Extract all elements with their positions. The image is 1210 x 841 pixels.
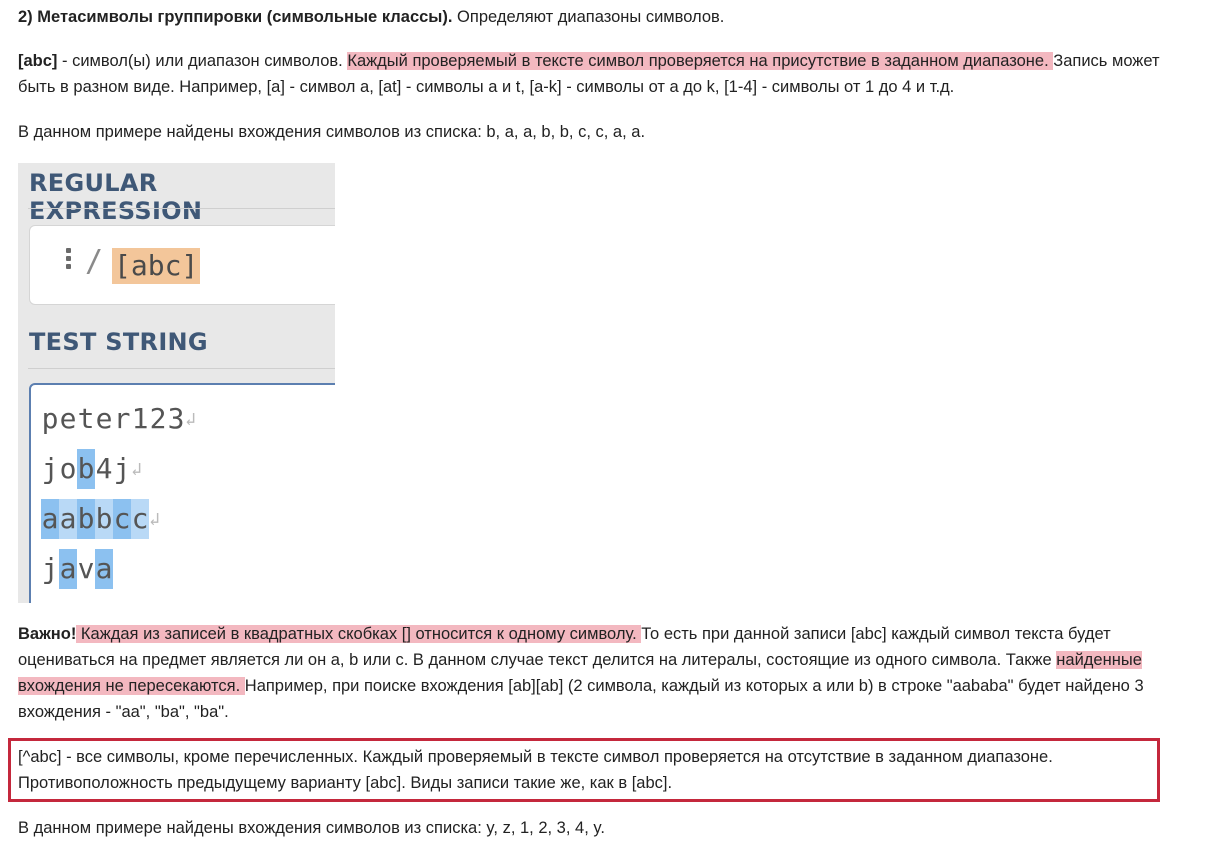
test-char: t xyxy=(77,402,95,435)
test-char: j xyxy=(113,452,131,485)
test-char: p xyxy=(41,402,59,435)
abc-term: [abc] xyxy=(18,52,58,70)
test-line: peter123↲ xyxy=(41,399,196,439)
test-line: aabbcc↲ xyxy=(41,499,160,539)
test-char: b xyxy=(77,499,95,539)
example-2-text: В данном примере найдены вхождения симво… xyxy=(18,819,605,837)
abc-highlight: Каждый проверяемый в тексте символ прове… xyxy=(347,52,1054,70)
test-line: job4j↲ xyxy=(41,449,142,489)
regex-expression: [abc] xyxy=(112,248,201,284)
negated-class-text: [^abc] - все символы, кроме перечисленны… xyxy=(18,748,1053,792)
test-char: 3 xyxy=(167,402,185,435)
test-string-title: TEST STRING xyxy=(29,328,208,356)
important-label: Важно! xyxy=(18,625,77,643)
test-char: a xyxy=(59,499,77,539)
drag-handle-icon xyxy=(66,248,72,272)
test-char: v xyxy=(77,552,95,585)
newline-icon: ↲ xyxy=(149,509,160,530)
divider xyxy=(28,368,335,369)
test-char: a xyxy=(95,549,113,589)
example-1-text: В данном примере найдены вхождения симво… xyxy=(18,123,646,141)
section-heading-bold: 2) Метасимволы группировки (символьные к… xyxy=(18,8,453,26)
important-highlight-1: Каждая из записей в квадратных скобках [… xyxy=(76,625,642,643)
test-char: c xyxy=(131,499,149,539)
section-heading-rest: Определяют диапазоны символов. xyxy=(452,8,725,26)
test-char: b xyxy=(77,449,95,489)
test-line: java xyxy=(41,549,113,589)
test-char: o xyxy=(59,452,77,485)
section-heading: 2) Метасимволы группировки (символьные к… xyxy=(18,4,1198,30)
test-char: e xyxy=(59,402,77,435)
regex-tester-screenshot: REGULAR EXPRESSION / [abc] TEST STRING p… xyxy=(18,163,335,603)
test-char: 1 xyxy=(131,402,149,435)
regex-title: REGULAR EXPRESSION xyxy=(29,169,203,225)
test-char: e xyxy=(95,402,113,435)
test-char: j xyxy=(41,552,59,585)
test-char: a xyxy=(59,549,77,589)
test-char: r xyxy=(113,402,131,435)
test-char: j xyxy=(41,452,59,485)
newline-icon: ↲ xyxy=(131,459,142,480)
important-paragraph: Важно! Каждая из записей в квадратных ск… xyxy=(18,621,1198,725)
test-char: b xyxy=(95,499,113,539)
regex-delimiter: / xyxy=(85,244,104,279)
test-char: c xyxy=(113,499,131,539)
test-char: 4 xyxy=(95,452,113,485)
test-string-box: peter123↲ job4j↲ aabbcc↲ java xyxy=(29,383,335,603)
test-char: 2 xyxy=(149,402,167,435)
abc-text-1: - символ(ы) или диапазон символов. xyxy=(57,52,348,70)
test-char: a xyxy=(41,499,59,539)
divider xyxy=(28,208,335,209)
abc-paragraph: [abc] - символ(ы) или диапазон символов.… xyxy=(18,48,1198,100)
newline-icon: ↲ xyxy=(185,409,196,430)
regex-input-box: / [abc] xyxy=(29,225,335,305)
